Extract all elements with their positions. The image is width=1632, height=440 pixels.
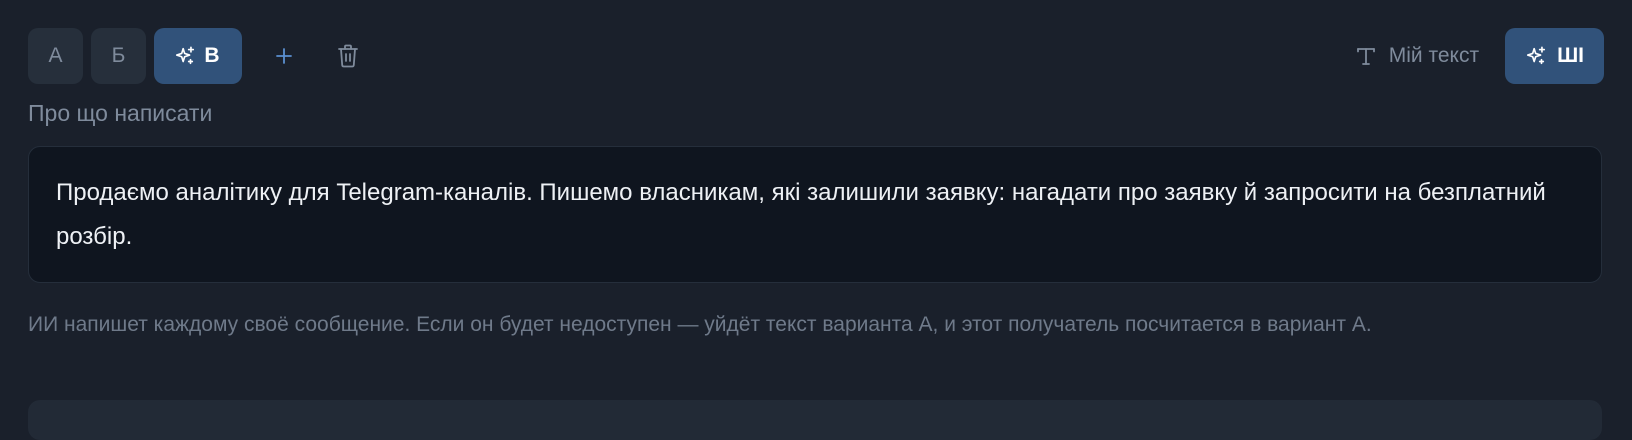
ai-mode-label: ШІ xyxy=(1557,44,1584,67)
variant-toolbar: А Б В Мій текст ШІ xyxy=(28,28,1604,84)
add-variant-button[interactable] xyxy=(256,28,312,84)
ai-mode-button[interactable]: ШІ xyxy=(1505,28,1604,84)
variant-tab-a[interactable]: А xyxy=(28,28,83,84)
prompt-text: Продаємо аналітику для Telegram-каналів.… xyxy=(56,179,1546,250)
variant-tab-label: Б xyxy=(111,44,126,67)
trash-icon xyxy=(336,43,360,69)
plus-icon xyxy=(275,47,293,65)
my-text-mode-label: Мій текст xyxy=(1388,44,1480,67)
ai-fallback-hint: ИИ напишет каждому своё сообщение. Если … xyxy=(28,313,1372,336)
variant-tab-label: В xyxy=(204,44,220,67)
variant-tab-label: А xyxy=(48,44,63,67)
generation-mode-switch: Мій текст ШІ xyxy=(1355,28,1604,84)
variant-tab-b[interactable]: Б xyxy=(91,28,146,84)
prompt-textarea[interactable]: Продаємо аналітику для Telegram-каналів.… xyxy=(28,146,1602,283)
variant-tabs: А Б В xyxy=(28,28,376,84)
next-field-box xyxy=(28,400,1602,440)
text-t-icon xyxy=(1355,45,1377,67)
prompt-label: Про що написати xyxy=(28,100,213,126)
sparkles-icon xyxy=(174,45,196,67)
delete-variant-button[interactable] xyxy=(320,28,376,84)
sparkles-icon xyxy=(1525,45,1547,67)
my-text-mode-button[interactable]: Мій текст xyxy=(1355,44,1479,68)
variant-tab-v[interactable]: В xyxy=(154,28,242,84)
